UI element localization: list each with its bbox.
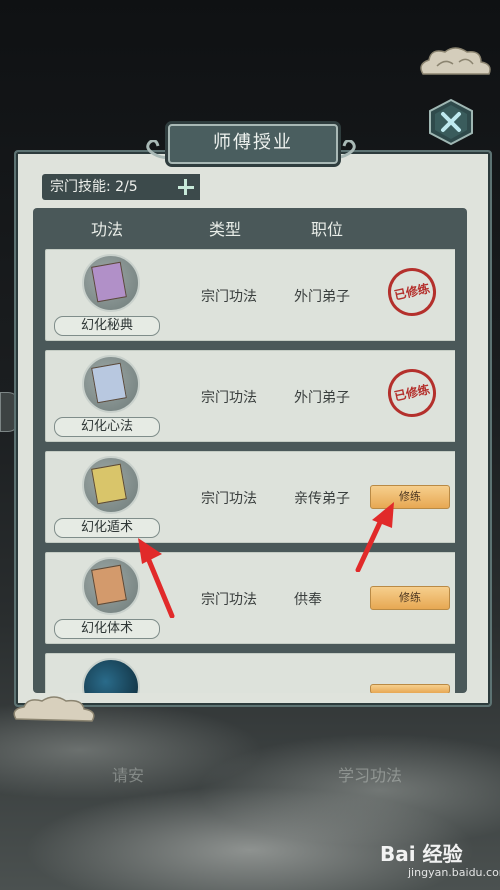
learned-seal-icon: 已修练	[383, 364, 441, 422]
cultivate-button[interactable]	[370, 684, 450, 693]
learned-seal-icon: 已修练	[383, 263, 441, 321]
scroll-book-icon	[91, 261, 127, 303]
skill-row[interactable]: 幻化心法 宗门功法 外门弟子 已修练	[45, 350, 455, 442]
skill-rank: 外门弟子	[294, 289, 350, 305]
red-arrow-icon	[355, 502, 394, 572]
skill-row[interactable]: 幻化秘典 宗门功法 外门弟子 已修练	[45, 249, 455, 341]
table-header: 功法 类型 职位	[33, 208, 467, 244]
baidu-watermark: Bai 经验 jingyan.baidu.com	[380, 838, 500, 888]
skill-icon-frame	[82, 658, 140, 693]
skill-rank: 外门弟子	[294, 390, 350, 406]
close-button[interactable]	[428, 98, 474, 146]
cloud-icon	[13, 696, 95, 722]
skill-name: 幻化体术	[54, 619, 160, 639]
cultivate-button[interactable]: 修练	[370, 586, 450, 610]
watermark-brand: Bai 经验	[380, 842, 463, 866]
skill-table: 功法 类型 职位 幻化秘典 宗门功法 外门弟子 已修练 幻化心法 宗门功法 外门…	[33, 208, 467, 693]
scroll-book-icon	[91, 463, 127, 505]
skill-name: 幻化秘典	[54, 316, 160, 336]
skill-type: 宗门功法	[201, 289, 257, 305]
add-skill-button[interactable]	[172, 174, 200, 200]
red-arrow-icon	[138, 538, 175, 618]
page-title: 师傅授业	[168, 124, 338, 164]
skill-name: 幻化心法	[54, 417, 160, 437]
skill-rank: 供奉	[294, 592, 322, 608]
skill-type: 宗门功法	[201, 491, 257, 507]
tab-greet[interactable]: 请安	[112, 762, 144, 786]
skill-name: 幻化遁术	[54, 518, 160, 538]
column-header-skill: 功法	[91, 220, 124, 239]
tab-learn-skill[interactable]: 学习功法	[338, 762, 402, 786]
scroll-book-icon	[91, 362, 127, 404]
skill-type: 宗门功法	[201, 390, 257, 406]
skill-list[interactable]: 幻化秘典 宗门功法 外门弟子 已修练 幻化心法 宗门功法 外门弟子 已修练 幻化…	[45, 248, 455, 693]
skill-rank: 亲传弟子	[294, 491, 350, 507]
column-header-rank: 职位	[311, 220, 344, 239]
scroll-book-icon	[91, 564, 127, 606]
cloud-icon	[420, 47, 491, 75]
column-header-type: 类型	[209, 220, 242, 239]
skill-row[interactable]	[45, 653, 455, 693]
skill-type: 宗门功法	[201, 592, 257, 608]
watermark-url: jingyan.baidu.com	[408, 866, 500, 879]
